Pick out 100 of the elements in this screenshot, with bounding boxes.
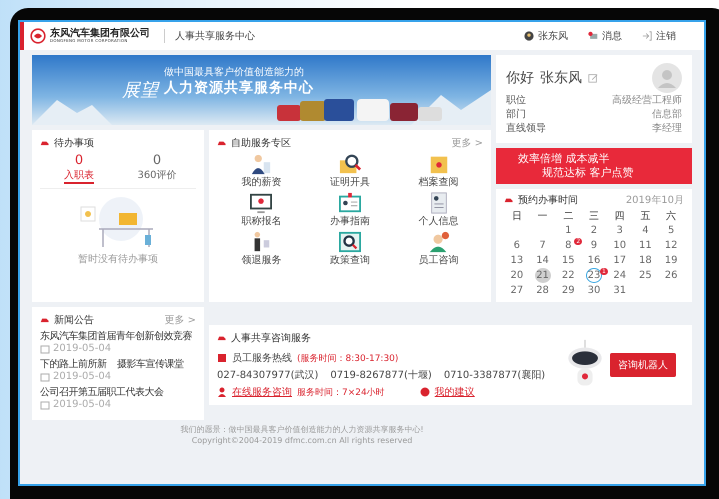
field-value: 高级经营工程师 <box>612 94 682 107</box>
magnifier-icon <box>338 231 361 253</box>
service-item[interactable]: 领退服务 <box>217 231 306 267</box>
calendar-day[interactable]: 9 <box>586 238 602 253</box>
service-item[interactable]: 档案查阅 <box>394 153 483 189</box>
self-service-title: 自助服务专区 <box>231 136 291 150</box>
service-item[interactable]: 个人信息 <box>394 192 483 228</box>
service-item[interactable]: 政策查询 <box>306 231 394 267</box>
user-name-heading: 张东风 <box>540 69 582 87</box>
field-value: 李经理 <box>652 122 682 135</box>
robot-chat-button[interactable]: 咨询机器人 <box>610 353 676 377</box>
magnifier-icon <box>338 153 361 175</box>
phone-number: 027-84307977(武汉) <box>217 368 318 382</box>
news-date: 2019-05-04 <box>53 343 112 355</box>
calendar-day[interactable]: 13 <box>508 253 525 268</box>
calendar-day[interactable]: 21 <box>534 268 551 283</box>
calendar-day[interactable]: 10 <box>612 238 628 253</box>
calendar-day[interactable]: 24 <box>612 268 628 283</box>
logout-icon <box>642 31 652 41</box>
weekday-label: 一 <box>536 210 549 223</box>
logout-link[interactable]: 注销 <box>656 29 676 43</box>
weekday-label: 四 <box>614 210 626 223</box>
calendar-month: 2019年10月 <box>626 194 684 207</box>
service-item[interactable]: 职称报名 <box>217 192 306 228</box>
calendar-day[interactable]: 7 <box>534 238 551 253</box>
service-item[interactable]: 办事指南 <box>306 192 394 228</box>
online-hours: 服务时间：7×24小时 <box>297 386 385 398</box>
footer-vision: 我们的愿景：做中国最具客户价值创造能力的人力资源共享服务中心! <box>180 424 424 435</box>
user-name[interactable]: 张东风 <box>538 29 568 43</box>
calendar-day[interactable]: 1 <box>560 223 576 238</box>
calendar-day[interactable]: 18 <box>637 253 654 268</box>
calendar-day[interactable]: 29 <box>560 283 576 298</box>
logo-icon <box>30 28 46 44</box>
calendar-day[interactable]: 6 <box>508 238 525 253</box>
calendar-day[interactable]: 27 <box>508 283 525 298</box>
more-link[interactable]: 更多 > <box>451 136 483 150</box>
messages-link[interactable]: 消息 <box>602 29 622 43</box>
field-label: 部门 <box>506 108 526 121</box>
calendar-day[interactable]: 20 <box>508 268 525 283</box>
footer-copyright: Copyright©2004-2019 dfmc.com.cn All rights reserved <box>192 436 412 445</box>
field-label: 直线领导 <box>506 122 546 135</box>
edit-icon[interactable] <box>588 73 598 83</box>
banner-calligraphy: 展望 <box>122 79 158 102</box>
calendar-day[interactable]: 22 <box>560 268 576 283</box>
calendar-day[interactable]: 15 <box>560 253 576 268</box>
calendar-day[interactable]: 12 <box>663 238 680 253</box>
banner-tagline: 做中国最具客户价值创造能力的 <box>164 66 305 79</box>
monitor-icon <box>250 192 272 214</box>
calendar-title: 预约办事时间 <box>518 194 578 207</box>
news-headline[interactable]: 公司召开第五届职工代表大会 <box>40 386 164 399</box>
more-link[interactable]: 更多 > <box>164 313 196 327</box>
phone-number: 0710-3387877(襄阳) <box>444 368 546 382</box>
phone-number: 0719-8267877(十堰) <box>330 368 432 382</box>
online-consult-link[interactable]: 在线服务咨询 <box>232 385 292 399</box>
person-icon <box>428 231 450 253</box>
company-name: 东风汽车集团有限公司 <box>50 29 150 39</box>
weekday-label: 三 <box>588 210 600 223</box>
calendar-day[interactable]: 4 <box>637 223 654 238</box>
calendar-day[interactable]: 5 <box>663 223 680 238</box>
promo-slogan: 效率倍增 成本减半 <box>518 152 610 166</box>
calendar-day[interactable]: 3 <box>612 223 628 238</box>
calendar-day[interactable]: 17 <box>612 253 628 268</box>
service-item[interactable]: 我的薪资 <box>217 153 306 189</box>
todo-tab[interactable]: 0 入职表 <box>40 153 118 184</box>
calendar-day[interactable]: 16 <box>586 253 602 268</box>
service-item[interactable]: 证明开具 <box>306 153 394 189</box>
calendar-day[interactable]: 8 <box>560 238 576 253</box>
calendar-day[interactable]: 11 <box>637 238 654 253</box>
todo-title: 待办事项 <box>54 136 94 150</box>
banner-title: 人力资源共享服务中心 <box>164 79 314 97</box>
hotline-hours: (服务时间：8:30-17:30) <box>297 352 398 364</box>
weekday-label: 六 <box>665 210 678 223</box>
user-icon <box>524 31 534 41</box>
calendar-day[interactable]: 25 <box>637 268 654 283</box>
weekday-label: 二 <box>562 210 574 223</box>
news-title: 新闻公告 <box>54 314 94 327</box>
id-card-icon <box>338 192 361 214</box>
field-value: 信息部 <box>652 108 682 121</box>
field-label: 职位 <box>506 94 526 107</box>
service-item[interactable]: 员工咨询 <box>394 231 483 267</box>
calendar-day[interactable]: 28 <box>534 283 551 298</box>
suggestion-link[interactable]: 我的建议 <box>434 385 475 399</box>
calendar-day[interactable]: 26 <box>663 268 680 283</box>
consult-title: 人事共享咨询服务 <box>231 332 311 345</box>
calendar-day[interactable]: 30 <box>586 283 602 298</box>
greeting: 你好 <box>506 69 534 87</box>
news-date: 2019-05-04 <box>53 399 112 411</box>
calendar-day[interactable]: 14 <box>534 253 551 268</box>
calendar-day[interactable]: 2 <box>586 223 602 238</box>
calendar-day[interactable]: 19 <box>663 253 680 268</box>
weekday-label: 五 <box>639 210 652 223</box>
calendar-day[interactable]: 31 <box>612 283 628 298</box>
avatar-icon <box>652 63 682 93</box>
news-headline[interactable]: 下的路上前所新 摄影车宣传课堂 <box>40 358 184 371</box>
weekday-label: 日 <box>510 210 523 223</box>
news-date: 2019-05-04 <box>53 371 112 383</box>
todo-tab[interactable]: 0 360评价 <box>118 153 196 184</box>
news-headline[interactable]: 东风汽车集团首届青年创新创效竞赛 <box>40 330 192 343</box>
empty-message: 暂时没有待办事项 <box>78 252 158 266</box>
promo-slogan: 规范达标 客户点赞 <box>541 166 634 180</box>
